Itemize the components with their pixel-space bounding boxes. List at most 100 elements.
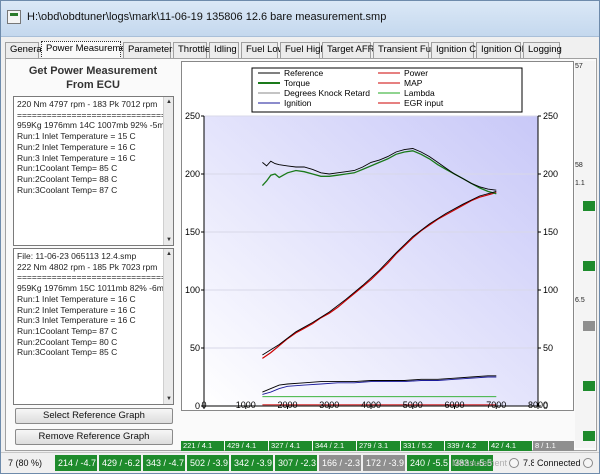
tab-logging[interactable]: Logging: [523, 42, 562, 58]
grid-cell[interactable]: 339 / 4.2: [445, 441, 488, 451]
measurement-memo-bottom[interactable]: File: 11-06-23 065113 12.4.smp 222 Nm 480…: [13, 248, 174, 405]
y-tick-label-left: 0: [195, 401, 200, 410]
status-value: 7.8: [523, 458, 534, 468]
tab-parameters[interactable]: Parameters: [123, 42, 177, 58]
measurement-memo-top[interactable]: 220 Nm 4797 rpm - 183 Pk 7012 rpm =======…: [13, 96, 174, 246]
y-tick-label-left: 50: [190, 343, 200, 353]
y-tick-label-right: 100: [543, 285, 558, 295]
grid-cell[interactable]: 331 / 5.2: [401, 441, 444, 451]
header-line-1: Get Power Measurement: [28, 65, 158, 77]
memo-top-scrollbar[interactable]: ▲ ▼: [163, 97, 173, 245]
x-tick-label: 2000: [277, 400, 297, 410]
power-chart[interactable]: 0 0 50 50 100 100 150 150 200 200 250 250 0 1000 2000 3…: [181, 61, 574, 411]
tab-throttle[interactable]: Throttle: [173, 42, 210, 58]
x-tick-label: 7000: [486, 400, 506, 410]
tab-fuel-low[interactable]: Fuel Low: [241, 42, 285, 58]
window-title: H:\obd\obdtuner\logs\mark\11-06-19 13580…: [27, 11, 387, 23]
status-value-cell: 343 / -4.7: [143, 455, 185, 471]
scroll-up-icon[interactable]: ▲: [165, 98, 173, 106]
memo-line: Run:1Coolant Temp= 85 C: [17, 163, 118, 174]
memo-bottom-scrollbar[interactable]: ▲ ▼: [163, 249, 173, 404]
status-value-cell: 240 / -5.5: [407, 455, 449, 471]
memo-line: Run:1 Inlet Temperature = 16 C: [17, 293, 136, 304]
memo-line: Run:3 Inlet Temperature = 16 C: [17, 315, 136, 326]
tab-ignition-cl[interactable]: Ignition CL: [431, 42, 481, 58]
legend-label: Reference: [284, 68, 323, 78]
legend-label: Lambda: [404, 88, 435, 98]
grid-cell[interactable]: 429 / 4.1: [225, 441, 268, 451]
y-tick-label-left: 250: [185, 111, 200, 121]
memo-line: 959Kg 1976mm 14C 1007mb 92% -5m: [17, 120, 165, 131]
status-value-cell: 172 / -3.9: [363, 455, 405, 471]
x-tick-label: 1000: [236, 400, 256, 410]
memo-line: 222 Nm 4802 rpm - 185 Pk 7023 rpm: [17, 261, 158, 272]
strip-value: 57: [575, 63, 583, 70]
remove-reference-graph-button[interactable]: Remove Reference Graph: [15, 429, 173, 445]
legend-label: Ignition: [284, 98, 312, 108]
grid-cell[interactable]: 42 / 4.1: [489, 441, 532, 451]
tab-ignition-ol[interactable]: Ignition OL: [476, 42, 527, 58]
legend-label: Power: [404, 68, 428, 78]
grid-cell[interactable]: 344 / 2.1: [313, 441, 356, 451]
memo-line: Run:2Coolant Temp= 88 C: [17, 173, 118, 184]
strip-marker: [583, 201, 595, 211]
status-value-cell: 342 / -3.9: [231, 455, 273, 471]
grid-cell[interactable]: 8 / 1.1: [533, 441, 574, 451]
grid-cell[interactable]: 221 / 4.1: [181, 441, 224, 451]
right-data-strip: 57 58 1.1 6.5: [575, 61, 595, 448]
memo-line: Run:3Coolant Temp= 87 C: [17, 184, 118, 195]
legend-label: EGR input: [404, 98, 444, 108]
scroll-down-icon[interactable]: ▼: [165, 236, 173, 244]
connected-radio[interactable]: [583, 458, 593, 468]
tab-general[interactable]: General: [5, 42, 44, 58]
strip-marker: [583, 431, 595, 441]
memo-line: Run:1 Inlet Temperature = 15 C: [17, 131, 136, 142]
memo-line: File: 11-06-23 065113 12.4.smp: [17, 251, 137, 261]
grid-cell[interactable]: 327 / 4.1: [269, 441, 312, 451]
memo-line: Run:2Coolant Temp= 80 C: [17, 336, 118, 347]
x-tick-label: 3000: [319, 400, 339, 410]
tab-power-measurements[interactable]: Power Measurements: [41, 41, 138, 59]
memo-line: Run:3Coolant Temp= 85 C: [17, 347, 118, 358]
y-tick-label-left: 150: [185, 227, 200, 237]
y-tick-label-right: 50: [543, 343, 553, 353]
select-reference-graph-button[interactable]: Select Reference Graph: [15, 408, 173, 424]
y-tick-label-left: 200: [185, 169, 200, 179]
memo-line: Run:3 Inlet Temperature = 16 C: [17, 152, 136, 163]
strip-value: 1.1: [575, 180, 585, 187]
cell-grid-preview: 221 / 4.1 429 / 4.1 327 / 4.1 344 / 2.1 279 …: [181, 431, 574, 451]
scroll-down-icon[interactable]: ▼: [165, 395, 173, 403]
memo-line: Run:2 Inlet Temperature = 16 C: [17, 141, 136, 152]
status-value-cell: 307 / -2.3: [275, 455, 317, 471]
strip-marker: [583, 381, 595, 391]
status-bar: 383 / -5.5 240 / -5.5 172 / -3.9 166 / -2.3…: [1, 452, 599, 473]
tab-target-afr[interactable]: Target AFR: [322, 42, 375, 58]
status-progress-cell: 7 (80 %): [8, 458, 43, 468]
memo-line: Run:2 Inlet Temperature = 16 C: [17, 304, 136, 315]
measurement-radio[interactable]: [509, 458, 519, 468]
x-tick-label: 8000: [528, 400, 548, 410]
memo-line: 220 Nm 4797 rpm - 183 Pk 7012 rpm: [17, 99, 158, 109]
status-value-cell: 214 / -4.7: [55, 455, 97, 471]
tab-idling[interactable]: Idling: [209, 42, 239, 58]
memo-line: =====================================: [17, 272, 173, 283]
scroll-up-icon[interactable]: ▲: [165, 250, 173, 258]
tab-transient-fuel[interactable]: Transient Fuel: [373, 42, 438, 58]
app-window: H:\obd\obdtuner\logs\mark\11-06-19 13580…: [0, 0, 600, 474]
tab-fuel-high[interactable]: Fuel High: [280, 42, 326, 58]
app-icon: [7, 10, 21, 24]
strip-value: 6.5: [575, 297, 585, 304]
status-value-cell: 429 / -6.2: [99, 455, 141, 471]
x-tick-label: 5000: [403, 400, 423, 410]
memo-line: Run:1Coolant Temp= 87 C: [17, 325, 118, 336]
x-tick-label: 0: [201, 400, 206, 410]
plot-area: [204, 116, 538, 406]
reference-panel-header: Get Power Measurement From ECU: [13, 64, 173, 96]
strip-value: 58: [575, 162, 583, 169]
y-tick-label-right: 200: [543, 169, 558, 179]
legend-label: Degrees Knock Retard: [284, 88, 370, 98]
power-chart-svg: 0 050 50100 100150 150200 200250 2500 1000 2000 3…: [182, 62, 573, 410]
memo-line: 959Kg 1976mm 15C 1011mb 82% -6m: [17, 283, 164, 294]
measurement-off-label: Measurement Off: [452, 458, 509, 468]
grid-cell[interactable]: 279 / 3.1: [357, 441, 400, 451]
